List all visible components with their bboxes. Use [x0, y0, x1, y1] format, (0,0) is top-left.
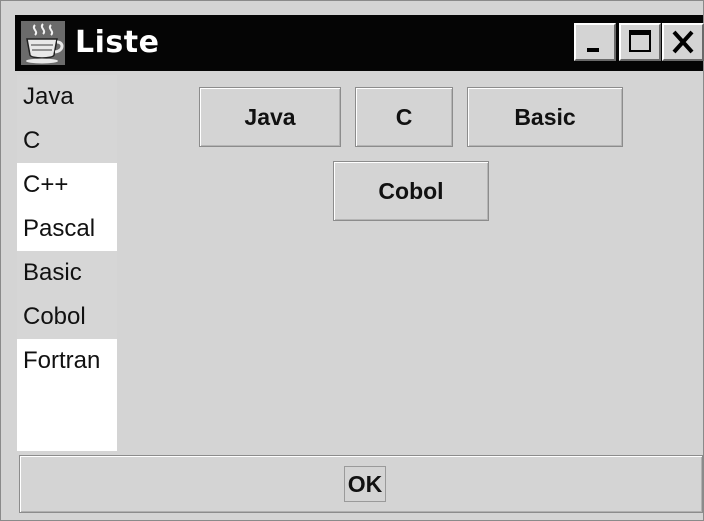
ok-button[interactable]: OK — [19, 455, 703, 513]
coffee-cup-icon[interactable] — [21, 21, 65, 65]
c-button[interactable]: C — [355, 87, 453, 147]
language-list[interactable]: Java C C++ Pascal Basic Cobol Fortran — [17, 75, 117, 451]
window-title: Liste — [75, 25, 160, 60]
list-item-basic[interactable]: Basic — [17, 251, 117, 295]
minimize-icon — [587, 48, 599, 52]
minimize-button[interactable] — [574, 23, 616, 61]
maximize-button[interactable] — [619, 23, 661, 61]
list-item-cobol[interactable]: Cobol — [17, 295, 117, 339]
java-button[interactable]: Java — [199, 87, 341, 147]
list-item-c[interactable]: C — [17, 119, 117, 163]
list-item-cpp[interactable]: C++ — [17, 163, 117, 207]
list-item-fortran[interactable]: Fortran — [17, 339, 117, 383]
title-bar[interactable]: Liste — [15, 15, 704, 71]
basic-button[interactable]: Basic — [467, 87, 623, 147]
list-item-pascal[interactable]: Pascal — [17, 207, 117, 251]
close-button[interactable] — [662, 23, 704, 61]
list-item-java[interactable]: Java — [17, 75, 117, 119]
maximize-icon — [629, 30, 651, 52]
close-icon — [672, 30, 694, 54]
app-window: Liste Java C C++ Pascal Basic Cobol Fort… — [0, 0, 704, 521]
ok-button-label: OK — [344, 466, 386, 502]
cobol-button[interactable]: Cobol — [333, 161, 489, 221]
